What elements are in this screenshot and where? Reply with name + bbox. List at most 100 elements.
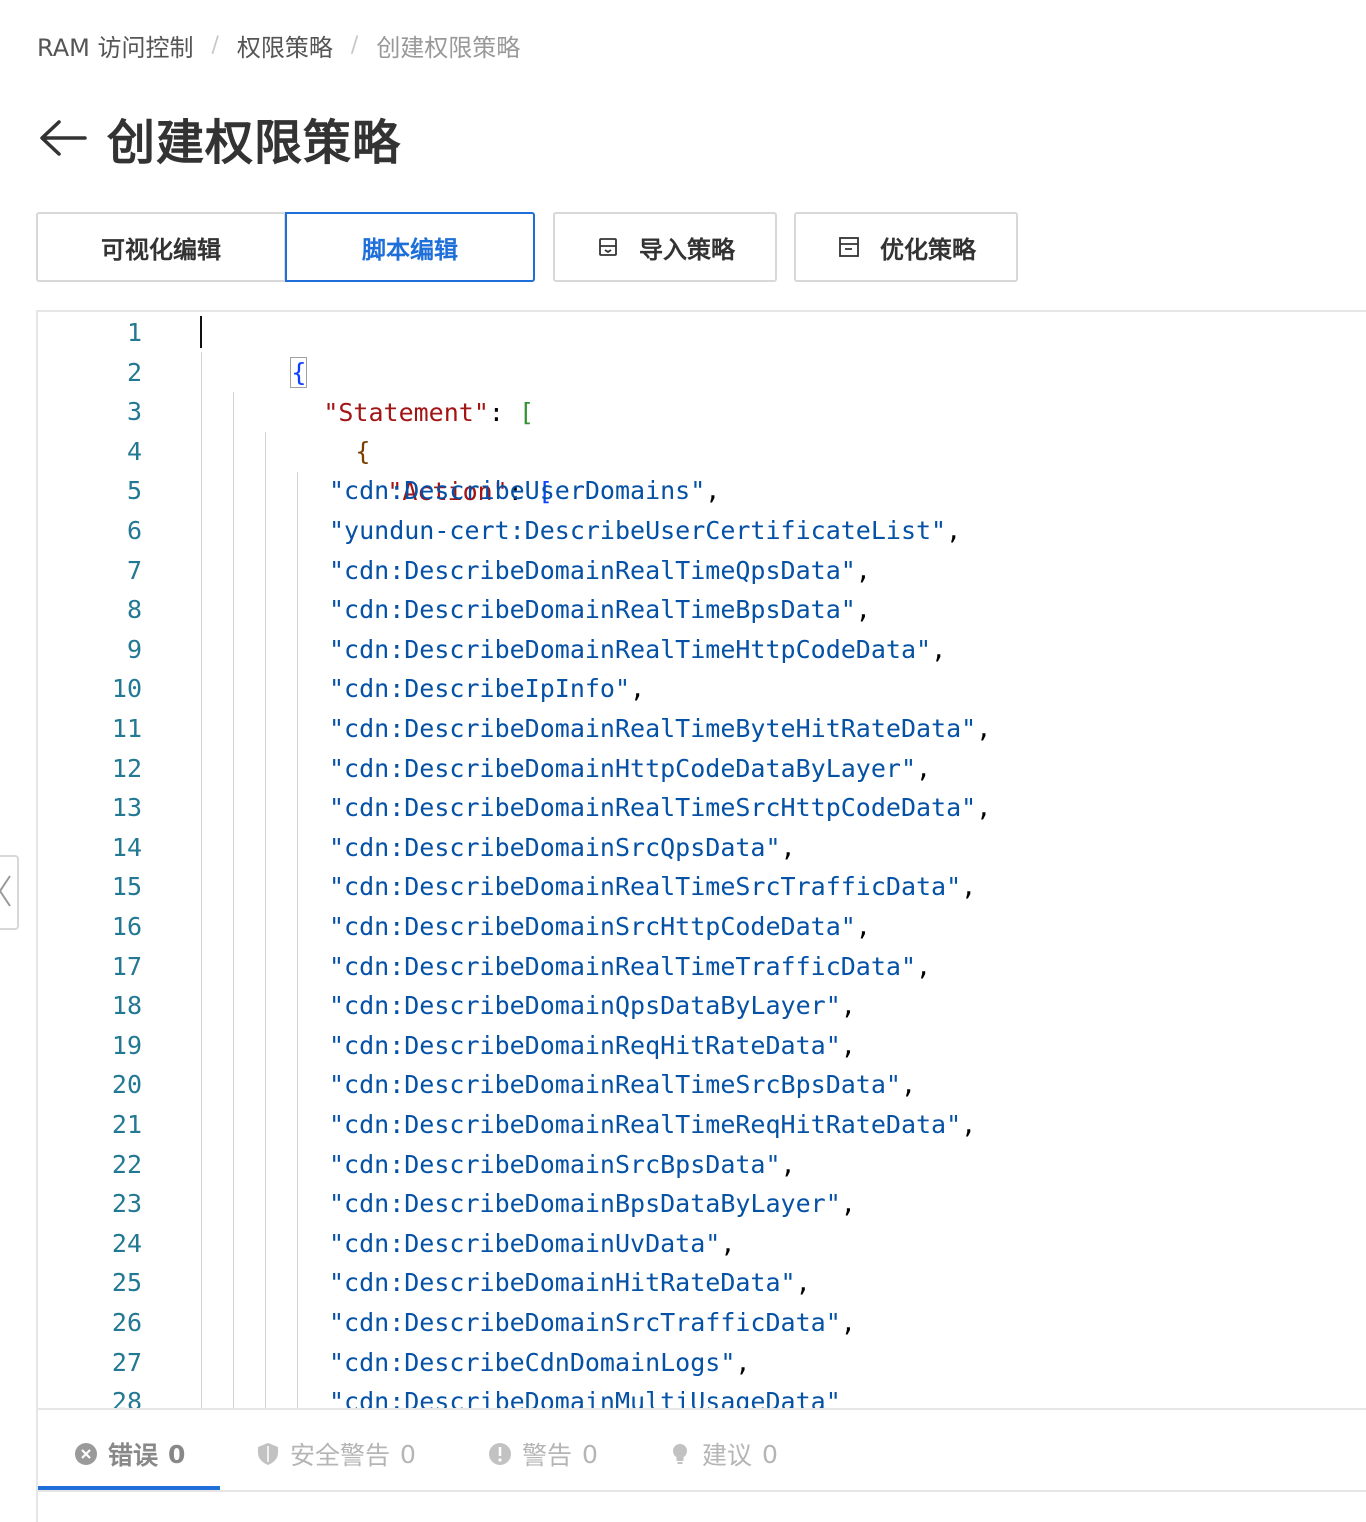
action-line: "cdn:DescribeDomainRealTimeSrcTrafficDat… bbox=[329, 867, 976, 907]
json-comma: , bbox=[780, 832, 796, 862]
action-line: "cdn:DescribeDomainReqHitRateData", bbox=[329, 1026, 856, 1066]
line-number: 16 bbox=[111, 912, 142, 941]
archive-box-icon bbox=[595, 234, 621, 260]
json-bracket: [ bbox=[519, 398, 535, 427]
action-line: "cdn:DescribeDomainRealTimeQpsData", bbox=[329, 551, 871, 591]
action-line: "cdn:DescribeDomainQpsDataByLayer", bbox=[329, 986, 856, 1026]
action-line: "cdn:DescribeDomainHttpCodeDataByLayer", bbox=[329, 749, 931, 789]
line-number: 24 bbox=[111, 1228, 142, 1258]
page-title: 创建权限策略 bbox=[107, 115, 402, 171]
action-string: "cdn:DescribeDomainRealTimeTrafficData" bbox=[329, 951, 916, 981]
line-number: 5 bbox=[126, 476, 142, 506]
line-number: 19 bbox=[111, 1030, 142, 1060]
breadcrumb-item-current: 创建权限策略 bbox=[376, 33, 521, 62]
action-string: "cdn:DescribeDomainReqHitRateData" bbox=[329, 1030, 841, 1060]
script-edit-tab[interactable]: 脚本编辑 bbox=[285, 212, 535, 282]
optimize-policy-button[interactable]: 优化策略 bbox=[794, 212, 1018, 282]
json-comma: , bbox=[976, 714, 992, 743]
action-string: "cdn:DescribeDomainSrcBpsData" bbox=[329, 1149, 781, 1179]
problems-panel: 错误 0 安全警告 0 警告 0 建议 0 bbox=[38, 1408, 1366, 1522]
action-line: "cdn:DescribeDomainSrcQpsData", bbox=[329, 828, 796, 868]
visual-edit-tab[interactable]: 可视化编辑 bbox=[36, 212, 286, 282]
action-line: "cdn:DescribeDomainMultiUsageData" bbox=[329, 1382, 841, 1408]
json-comma: , bbox=[855, 912, 871, 941]
sidebar-toggle[interactable] bbox=[0, 855, 19, 930]
suggestions-label: 建议 bbox=[702, 1441, 753, 1470]
line-number: 2 bbox=[126, 357, 142, 387]
action-string: "cdn:DescribeDomainSrcHttpCodeData" bbox=[329, 912, 856, 941]
shield-icon bbox=[256, 1442, 280, 1466]
action-line: "cdn:DescribeIpInfo", bbox=[329, 669, 645, 709]
action-string: "cdn:DescribeDomainRealTimeBpsData" bbox=[329, 595, 856, 625]
line-number: 23 bbox=[111, 1189, 142, 1219]
line-number: 11 bbox=[111, 714, 142, 743]
action-string: "cdn:DescribeIpInfo" bbox=[329, 674, 631, 704]
tab-errors[interactable]: 错误 0 bbox=[74, 1434, 185, 1474]
action-string: "cdn:DescribeDomainSrcTrafficData" bbox=[329, 1308, 841, 1337]
line-number: 22 bbox=[111, 1149, 142, 1179]
line-number: 14 bbox=[111, 832, 142, 862]
arrow-left-icon[interactable] bbox=[37, 116, 89, 160]
import-policy-button[interactable]: 导入策略 bbox=[553, 212, 777, 282]
action-line: "cdn:DescribeDomainHitRateData", bbox=[329, 1263, 811, 1303]
action-string: "cdn:DescribeDomainMultiUsageData" bbox=[329, 1387, 841, 1408]
errors-label: 错误 bbox=[108, 1441, 159, 1470]
code-area[interactable]: 1 2 3 4 5 6 7 8 9 10 11 12 13 14 15 16 17 18 19 20 21 22 23 24 2… bbox=[38, 312, 1366, 1408]
json-comma: , bbox=[931, 634, 947, 664]
json-comma: , bbox=[795, 1268, 811, 1298]
action-string: "cdn:DescribeDomainRealTimeSrcBpsData" bbox=[329, 1070, 901, 1100]
action-string: "cdn:DescribeCdnDomainLogs" bbox=[329, 1347, 736, 1377]
line-number: 10 bbox=[111, 674, 142, 704]
line-number: 26 bbox=[111, 1308, 142, 1337]
import-policy-label: 导入策略 bbox=[639, 235, 735, 264]
indent-guide bbox=[233, 392, 234, 1408]
breadcrumb-separator: / bbox=[350, 32, 359, 58]
line-number-gutter: 1 2 3 4 5 6 7 8 9 10 11 12 13 14 15 16 17 18 19 20 21 22 23 24 2… bbox=[38, 312, 148, 1408]
security-label: 安全警告 bbox=[290, 1441, 391, 1470]
panel-icon bbox=[836, 234, 862, 260]
line-number: 7 bbox=[126, 555, 142, 585]
action-line: "cdn:DescribeDomainRealTimeByteHitRateDa… bbox=[329, 709, 991, 749]
line-number: 28 bbox=[111, 1387, 142, 1408]
action-line: "cdn:DescribeDomainRealTimeHttpCodeData"… bbox=[329, 630, 946, 670]
tab-suggestions[interactable]: 建议 0 bbox=[668, 1434, 778, 1474]
text-cursor bbox=[200, 316, 202, 348]
json-comma: , bbox=[855, 595, 871, 625]
json-comma: , bbox=[705, 476, 721, 506]
action-string: "cdn:DescribeDomainRealTimeByteHitRateDa… bbox=[329, 714, 977, 743]
tab-security-warnings[interactable]: 安全警告 0 bbox=[256, 1434, 416, 1474]
lightbulb-icon bbox=[668, 1442, 692, 1466]
json-comma: , bbox=[780, 1149, 796, 1179]
breadcrumb-item-ram[interactable]: RAM 访问控制 bbox=[37, 28, 193, 63]
json-comma: , bbox=[840, 1189, 856, 1219]
line-number: 1 bbox=[126, 318, 142, 347]
json-comma: , bbox=[916, 951, 932, 981]
action-string: "cdn:DescribeDomainRealTimeHttpCodeData" bbox=[329, 634, 932, 664]
action-line: "cdn:DescribeDomainRealTimeSrcBpsData", bbox=[329, 1065, 916, 1105]
line-number: 4 bbox=[126, 436, 142, 466]
visual-edit-label: 可视化编辑 bbox=[101, 235, 221, 264]
action-string: "cdn:DescribeDomainRealTimeSrcTrafficDat… bbox=[329, 872, 962, 902]
optimize-policy-label: 优化策略 bbox=[880, 235, 976, 264]
line-number: 12 bbox=[111, 753, 142, 783]
exclamation-circle-icon bbox=[488, 1442, 512, 1466]
breadcrumb-item-policies[interactable]: 权限策略 bbox=[237, 28, 333, 63]
line-number: 27 bbox=[111, 1347, 142, 1377]
line-number: 3 bbox=[126, 397, 142, 427]
action-line: "cdn:DescribeDomainSrcTrafficData", bbox=[329, 1303, 856, 1343]
line-number: 9 bbox=[126, 634, 142, 664]
json-comma: , bbox=[840, 1308, 856, 1337]
action-line: "cdn:DescribeDomainUvData", bbox=[329, 1224, 735, 1264]
action-line: "cdn:DescribeDomainSrcHttpCodeData", bbox=[329, 907, 871, 947]
action-string: "cdn:DescribeDomainHitRateData" bbox=[329, 1268, 796, 1298]
indent-guide bbox=[265, 432, 266, 1408]
line-number: 8 bbox=[126, 595, 142, 625]
code-editor[interactable]: 1 2 3 4 5 6 7 8 9 10 11 12 13 14 15 16 17 18 19 20 21 22 23 24 2… bbox=[36, 310, 1366, 1522]
action-string: "cdn:DescribeDomainSrcQpsData" bbox=[329, 832, 781, 862]
action-line: "cdn:DescribeDomainRealTimeBpsData", bbox=[329, 590, 871, 630]
line-number: 6 bbox=[126, 516, 142, 545]
tab-warnings[interactable]: 警告 0 bbox=[488, 1434, 598, 1474]
json-comma: , bbox=[961, 872, 977, 902]
line-number: 15 bbox=[111, 872, 142, 902]
line-number: 20 bbox=[111, 1070, 142, 1100]
